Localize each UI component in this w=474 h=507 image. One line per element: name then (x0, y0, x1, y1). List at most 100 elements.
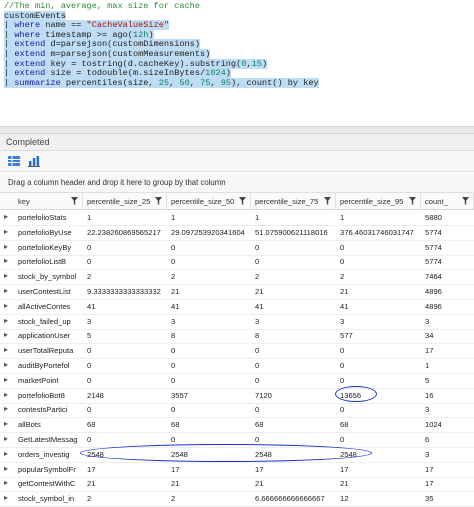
table-cell: 0 (255, 346, 260, 356)
table-row[interactable]: ▸ stock_symbol_in 2 2 6.666666666666667 12 35 (0, 491, 474, 507)
table-cell: 2 (87, 494, 92, 504)
query-token: size = todouble(m.sizeInBytes/ (45, 68, 206, 79)
chart-view-icon[interactable] (27, 154, 41, 168)
expand-row-icon[interactable]: ▸ (4, 242, 11, 251)
table-cell: stock_by_symbol (18, 272, 77, 282)
table-row[interactable]: ▸ getContestWithC 21 21 21 21 17 (0, 476, 474, 493)
table-cell: 0 (340, 346, 345, 356)
table-cell: 17 (171, 464, 180, 474)
table-row[interactable]: ▸ marketPoint 0 0 0 0 5 (0, 373, 474, 389)
query-token: | (4, 20, 15, 31)
table-cell: 41 (87, 301, 96, 311)
expand-row-icon[interactable]: ▸ (4, 390, 11, 399)
table-cell: 1 (255, 213, 260, 222)
table-cell: 4896 (425, 301, 442, 311)
expand-row-icon[interactable]: ▸ (4, 287, 11, 295)
table-cell: 12 (340, 494, 349, 504)
table-row[interactable]: ▸ portefolioBot8 2148 3557 7120 13656 16 (0, 388, 474, 404)
pane-splitter[interactable] (0, 126, 474, 134)
table-cell: 3557 (171, 390, 188, 400)
filter-icon[interactable] (155, 197, 162, 205)
expand-row-icon[interactable]: ▸ (4, 449, 11, 458)
status-bar: Completed (0, 134, 474, 151)
table-row[interactable]: ▸ userTotalReputa 0 0 0 0 17 (0, 343, 474, 360)
table-cell: 2 (171, 272, 176, 282)
table-cell: 17 (255, 464, 264, 474)
table-row[interactable]: ▸ allActiveContes 41 41 41 41 4896 (0, 299, 474, 315)
column-header-key[interactable]: key (0, 193, 83, 209)
filter-icon[interactable] (71, 197, 78, 205)
table-row[interactable]: ▸ portefolioStats 1 1 1 1 5880 (0, 210, 474, 226)
table-cell: 22.238260869565217 (87, 227, 161, 237)
filter-icon[interactable] (239, 197, 246, 205)
table-cell: applicationUser (18, 331, 71, 341)
table-row[interactable]: ▸ contestsPartici 0 0 0 0 3 (0, 402, 474, 419)
expand-row-icon[interactable]: ▸ (4, 405, 11, 413)
table-cell: 0 (87, 257, 92, 267)
table-cell: 1024 (425, 420, 442, 430)
table-row[interactable]: ▸ userContestList 9.3333333333333332 21 21 21… (0, 284, 474, 300)
query-token: d=parsejson(customDimensions) (45, 39, 200, 50)
table-cell: 3 (255, 316, 260, 326)
filter-icon[interactable] (409, 197, 416, 205)
table-row[interactable]: ▸ auditByPortefol 0 0 0 0 1 (0, 358, 474, 374)
table-cell: 0 (340, 405, 345, 415)
table-cell: 3 (171, 316, 176, 326)
table-row[interactable]: ▸ portefolioByUse 22.238260869565217 29.097… (0, 225, 474, 241)
table-row[interactable]: ▸ stock_failed_up 3 3 3 3 3 (0, 314, 474, 330)
table-cell: 8 (171, 331, 176, 341)
table-cell: 0 (255, 242, 260, 252)
expand-row-icon[interactable]: ▸ (4, 346, 11, 354)
table-cell: 1 (425, 361, 430, 370)
table-cell: 3 (87, 316, 92, 326)
expand-row-icon[interactable]: ▸ (4, 301, 11, 310)
column-header-count[interactable]: count_ (421, 193, 474, 209)
group-drop-zone[interactable]: Drag a column header and drop it here to… (0, 174, 474, 193)
query-token: summarize (14, 77, 61, 88)
table-cell: 2 (255, 272, 260, 282)
table-row[interactable]: ▸ portefolioListB 0 0 0 0 5774 (0, 254, 474, 271)
table-cell: marketPoint (18, 375, 59, 385)
table-row[interactable]: ▸ popularSymbolFr 17 17 17 17 17 (0, 462, 474, 478)
filter-icon[interactable] (324, 197, 331, 205)
query-token: extend (14, 39, 46, 50)
expand-row-icon[interactable]: ▸ (4, 479, 11, 487)
column-header-label: percentile_size_95 (340, 197, 404, 206)
table-row[interactable]: ▸ applicationUser 5 8 8 577 34 (0, 328, 474, 345)
table-row[interactable]: ▸ stock_by_symbol 2 2 2 2 7464 (0, 269, 474, 286)
table-cell: 5774 (425, 227, 442, 237)
table-cell: 0 (255, 257, 260, 267)
expand-row-icon[interactable]: ▸ (4, 375, 11, 384)
table-row[interactable]: ▸ portefolioKeyBy 0 0 0 0 5774 (0, 240, 474, 256)
expand-row-icon[interactable]: ▸ (4, 464, 11, 473)
table-cell: 9.3333333333333332 (87, 287, 161, 296)
expand-row-icon[interactable]: ▸ (4, 494, 11, 502)
expand-row-icon[interactable]: ▸ (4, 272, 11, 280)
results-grid: key percentile_size_25 percentile_size_50 p… (0, 193, 474, 507)
expand-row-icon[interactable]: ▸ (4, 316, 11, 325)
table-cell: 4896 (425, 287, 442, 296)
expand-row-icon[interactable]: ▸ (4, 213, 11, 221)
table-row[interactable]: ▸ allBots 68 68 68 68 1024 (0, 417, 474, 434)
expand-row-icon[interactable]: ▸ (4, 361, 11, 369)
column-header-percentile-size-25[interactable]: percentile_size_25 (83, 193, 167, 209)
query-token: | (4, 68, 15, 79)
expand-row-icon[interactable]: ▸ (4, 420, 11, 428)
column-header-label: count_ (425, 197, 448, 206)
column-header-percentile-size-50[interactable]: percentile_size_50 (167, 193, 251, 209)
table-cell: 0 (340, 361, 345, 370)
expand-row-icon[interactable]: ▸ (4, 435, 11, 443)
filter-icon[interactable] (462, 197, 469, 205)
table-cell: 5 (425, 375, 430, 385)
expand-row-icon[interactable]: ▸ (4, 227, 11, 236)
expand-row-icon[interactable]: ▸ (4, 257, 11, 265)
table-cell: 21 (340, 287, 349, 296)
table-cell: 8 (255, 331, 260, 341)
table-view-icon[interactable] (7, 154, 21, 168)
column-header-percentile-size-95[interactable]: percentile_size_95 (336, 193, 421, 209)
table-cell: 0 (340, 435, 345, 444)
query-editor[interactable]: //The min, average, max size for cache c… (0, 0, 474, 122)
expand-row-icon[interactable]: ▸ (4, 331, 11, 339)
column-header-percentile-size-75[interactable]: percentile_size_75 (251, 193, 336, 209)
query-token: extend (14, 58, 46, 69)
